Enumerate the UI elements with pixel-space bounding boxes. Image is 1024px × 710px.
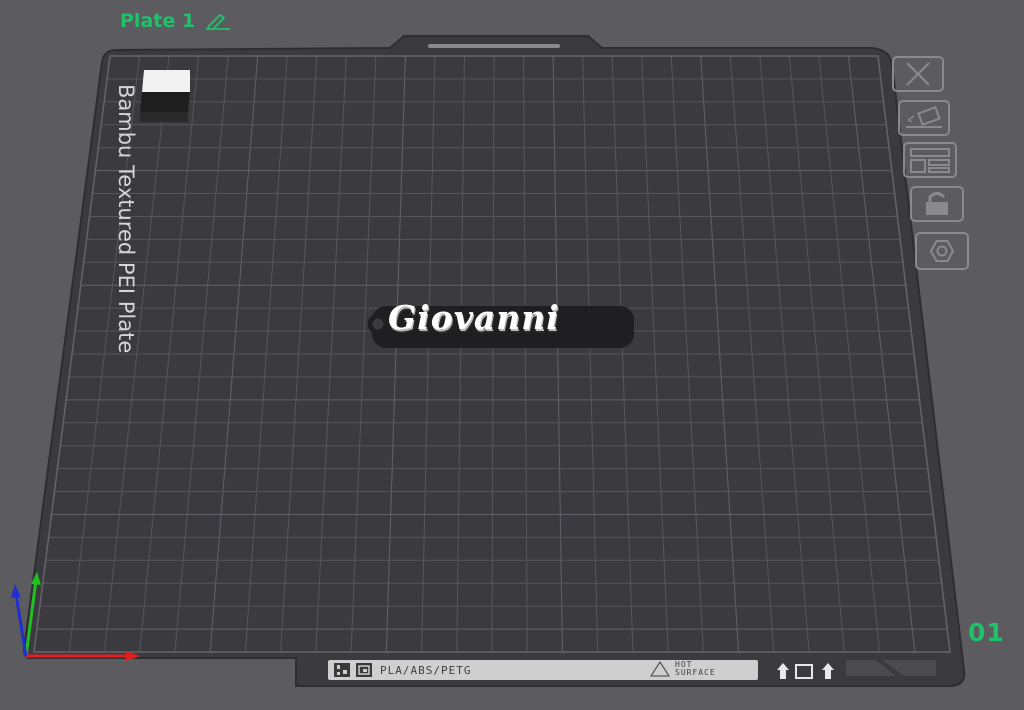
arrange-icon xyxy=(903,142,957,178)
lock-plate-button[interactable] xyxy=(910,186,964,222)
bed-info-strip: PLA/ABS/PETG HOT SURFACE xyxy=(328,660,758,680)
auto-orient-button[interactable] xyxy=(898,100,950,136)
object-name-text: Giovanni xyxy=(388,298,560,337)
arrange-button[interactable] xyxy=(903,142,957,178)
lock-icon xyxy=(910,186,964,222)
lift-arrows-icon xyxy=(777,663,834,679)
close-plate-button[interactable] xyxy=(892,56,944,92)
plate-settings-button[interactable] xyxy=(915,232,969,270)
bed-qr-icon xyxy=(334,663,350,677)
close-icon xyxy=(892,56,944,92)
bed-material-text: PLA/ABS/PETG xyxy=(380,663,472,677)
plate-lift-indicators xyxy=(776,662,836,684)
bed-type-label: Bambu Textured PEI Plate xyxy=(114,84,138,353)
plate-title[interactable]: Plate 1 xyxy=(120,10,231,32)
hot-text-line2: SURFACE xyxy=(675,668,716,677)
plate-handle xyxy=(428,44,560,48)
bed-type-text: Bambu Textured PEI Plate xyxy=(114,84,138,354)
hexagon-settings-icon xyxy=(915,232,969,270)
object-giovanni[interactable]: Giovanni xyxy=(388,298,560,337)
bambu-logo xyxy=(140,70,190,122)
hot-surface-warning: HOT SURFACE xyxy=(650,661,716,677)
build-plate-viewport[interactable] xyxy=(0,0,1024,710)
warning-triangle-icon xyxy=(650,661,670,677)
bed-chip-icon xyxy=(356,663,372,677)
edit-pencil-icon[interactable] xyxy=(205,12,231,30)
plate-title-label: Plate 1 xyxy=(120,10,196,32)
auto-orient-icon xyxy=(898,100,950,136)
plate-number: 01 xyxy=(968,618,1005,647)
